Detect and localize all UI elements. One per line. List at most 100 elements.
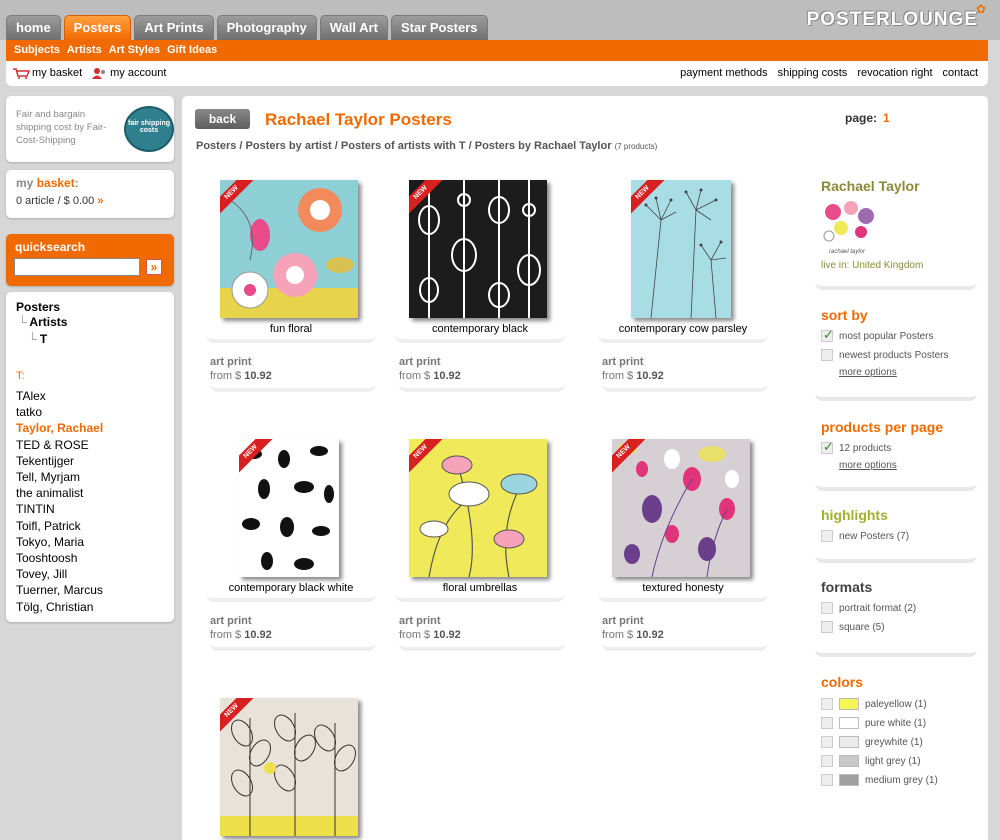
shipping-text: Fair and bargain shipping cost by Fair-C… [16, 109, 107, 146]
subnav-artists[interactable]: Artists [67, 40, 102, 61]
product-name[interactable]: contemporary cow parsley [598, 323, 768, 343]
artist-link[interactable]: Tell, Myrjam [16, 469, 103, 485]
product-thumb-floral-umbrellas[interactable]: NEW [409, 439, 547, 577]
checkbox[interactable] [821, 755, 833, 767]
checkbox-checked[interactable] [821, 439, 834, 455]
account-icon [92, 68, 106, 79]
artist-link[interactable]: Tuerner, Marcus [16, 582, 103, 598]
artist-link[interactable]: TINTIN [16, 501, 103, 517]
payment-methods-link[interactable]: payment methods [680, 67, 767, 79]
artist-link[interactable]: tatko [16, 404, 103, 420]
sub-navigation: Subjects Artists Art Styles Gift Ideas [6, 40, 988, 61]
checkbox[interactable] [821, 774, 833, 786]
checkbox[interactable] [821, 602, 833, 614]
tab-wall-art[interactable]: Wall Art [319, 15, 388, 40]
color-swatch [839, 736, 859, 748]
tab-star-posters[interactable]: Star Posters [390, 15, 488, 40]
checkbox[interactable] [821, 736, 833, 748]
artist-link[interactable]: Taylor, Rachael [16, 420, 103, 436]
checkbox[interactable] [821, 698, 833, 710]
tree-letter-t[interactable]: └ T [28, 332, 47, 346]
checkbox[interactable] [821, 349, 833, 361]
breadcrumb-path[interactable]: Posters / Posters by artist / Posters of… [196, 140, 612, 152]
highlight-new-posters[interactable]: new Posters (7) [821, 530, 977, 542]
artist-link[interactable]: Tooshtoosh [16, 550, 103, 566]
artist-link[interactable]: TAlex [16, 388, 103, 404]
product-type: art print [602, 615, 644, 627]
tree-artists[interactable]: └ Artists [18, 315, 67, 329]
product-thumb-textured-honesty[interactable]: NEW [612, 439, 750, 577]
subnav-subjects[interactable]: Subjects [14, 40, 60, 61]
artist-link[interactable]: Tekentijger [16, 453, 103, 469]
sort-option-newest[interactable]: newest products Posters [821, 349, 977, 361]
subnav-gift-ideas[interactable]: Gift Ideas [167, 40, 217, 61]
site-logo[interactable]: POSTERLOUNGE [807, 9, 978, 31]
product-type: art print [210, 615, 252, 627]
checkbox[interactable] [821, 621, 833, 633]
tab-home[interactable]: home [6, 15, 61, 40]
product-thumb-fun-floral[interactable]: NEW [220, 180, 358, 318]
quicksearch-input[interactable] [14, 258, 140, 276]
product-thumb-contemporary-cow-parsley[interactable]: NEW [631, 180, 731, 318]
per-page-option[interactable]: 12 products [821, 439, 977, 455]
artist-link[interactable]: the animalist [16, 485, 103, 501]
product-name[interactable]: contemporary black [395, 323, 565, 343]
product-thumb-contemporary-black[interactable]: NEW [409, 180, 547, 318]
search-go-button[interactable]: » [146, 259, 162, 275]
artist-link[interactable]: Tölg, Christian [16, 599, 103, 615]
format-portrait[interactable]: portrait format (2) [821, 602, 977, 614]
more-options-link[interactable]: more options [839, 367, 977, 378]
checkbox[interactable] [821, 717, 833, 729]
arrow-right-icon: » [97, 195, 104, 207]
product-type: art print [399, 356, 441, 368]
color-filter-option[interactable]: paleyellow (1) [821, 698, 977, 710]
highlights-title: highlights [821, 507, 888, 523]
fair-shipping-badge[interactable]: fair shipping costs [124, 106, 174, 152]
checkbox[interactable] [821, 530, 833, 542]
product-thumb-leaves[interactable]: NEW [220, 698, 358, 836]
tab-art-prints[interactable]: Art Prints [134, 15, 214, 40]
color-filter-option[interactable]: light grey (1) [821, 755, 977, 767]
page-number[interactable]: 1 [883, 111, 890, 125]
checkbox-checked[interactable] [821, 327, 834, 343]
artist-portrait[interactable] [821, 198, 877, 254]
color-filter-option[interactable]: pure white (1) [821, 717, 977, 729]
basket-value[interactable]: 0 article / $ 0.00 » [16, 195, 103, 207]
product-price: art print from $ 10.92 [210, 356, 376, 392]
subnav-art-styles[interactable]: Art Styles [109, 40, 160, 61]
artist-link[interactable]: Toifl, Patrick [16, 518, 103, 534]
product-name[interactable]: floral umbrellas [395, 582, 565, 602]
price-value: 10.92 [636, 629, 664, 641]
contact-link[interactable]: contact [943, 67, 978, 79]
per-page-box: products per page 12 products more optio… [815, 419, 977, 491]
top-bar: home Posters Art Prints Photography Wall… [0, 0, 1000, 40]
revocation-right-link[interactable]: revocation right [857, 67, 932, 79]
colors-title: colors [821, 674, 864, 690]
format-square[interactable]: square (5) [821, 621, 977, 633]
artist-list: TAlex tatko Taylor, Rachael TED & ROSE Teken… [16, 388, 103, 615]
sort-option-popular[interactable]: most popular Posters [821, 327, 977, 343]
color-filter-option[interactable]: medium grey (1) [821, 774, 977, 786]
product-type: art print [210, 356, 252, 368]
textured-honesty-artwork [612, 439, 750, 577]
tree-posters[interactable]: Posters [16, 300, 60, 314]
pagination: page: 1 [845, 111, 890, 125]
product-name[interactable]: fun floral [206, 323, 376, 343]
my-account-link[interactable]: my account [110, 67, 166, 79]
tab-posters[interactable]: Posters [63, 15, 132, 40]
product-thumb-contemporary-black-white[interactable]: NEW [239, 439, 339, 577]
tab-photography[interactable]: Photography [216, 15, 317, 40]
more-options-link[interactable]: more options [839, 460, 977, 471]
artist-link[interactable]: TED & ROSE [16, 437, 103, 453]
product-name[interactable]: contemporary black white [206, 582, 376, 602]
artist-name[interactable]: Rachael Taylor [821, 178, 977, 194]
my-basket-link[interactable]: my basket [32, 67, 82, 79]
product-name[interactable]: textured honesty [598, 582, 768, 602]
artist-info-box: Rachael Taylor rachael taylor live in: U… [815, 178, 977, 290]
shipping-costs-link[interactable]: shipping costs [778, 67, 848, 79]
artist-link[interactable]: Tovey, Jill [16, 566, 103, 582]
back-button[interactable]: back [195, 109, 250, 129]
contemporary-black-artwork [409, 180, 547, 318]
color-filter-option[interactable]: greywhite (1) [821, 736, 977, 748]
artist-link[interactable]: Tokyo, Maria [16, 534, 103, 550]
